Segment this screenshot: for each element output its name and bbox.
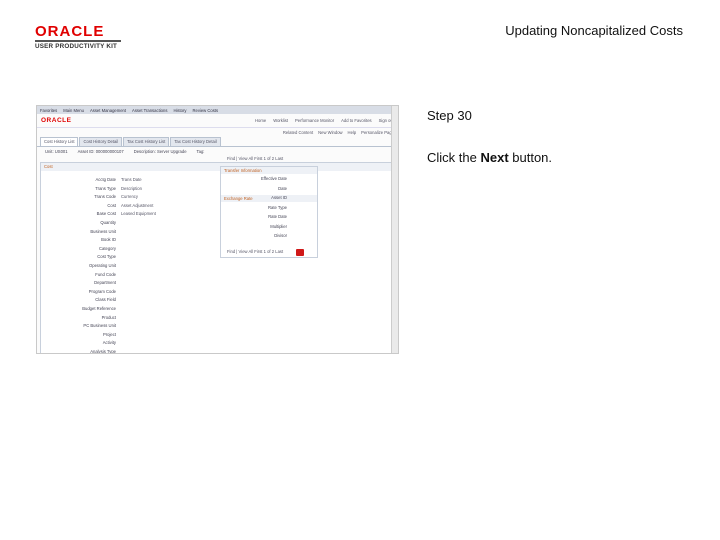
screenshot-oracle-logo: ORACLE xyxy=(41,117,72,124)
page-link[interactable]: New Window xyxy=(318,130,342,135)
top-link[interactable]: Home xyxy=(255,118,266,123)
page-link[interactable]: Related Content xyxy=(283,130,313,135)
field-label: Department xyxy=(94,280,116,286)
field-label: Cost xyxy=(107,202,116,208)
field-label: Budget Reference xyxy=(82,306,116,311)
key-field: Asset ID: 000000000107 xyxy=(77,149,124,154)
field-label: Program Code xyxy=(88,288,116,294)
menu-item[interactable]: Favorites xyxy=(40,108,57,113)
field-label: Effective Date xyxy=(261,176,287,181)
field-label: Rate Date xyxy=(268,214,287,219)
instruction-suffix: button. xyxy=(508,150,553,165)
logo-product: USER PRODUCTIVITY KIT xyxy=(35,43,118,50)
field-label: PC Business Unit xyxy=(83,323,116,329)
page-link[interactable]: Personalize Page xyxy=(361,130,394,135)
instruction-target: Next xyxy=(480,150,509,165)
next-button[interactable] xyxy=(296,249,304,256)
pager-bar-top[interactable]: Find | View All First 1 of 2 Last xyxy=(227,156,283,161)
screenshot-key-fields: Unit: US001 Asset ID: 000000000107 Descrip… xyxy=(37,147,398,156)
field-label: Asset ID xyxy=(271,195,287,200)
instruction-prefix: Click the xyxy=(427,150,481,165)
key-field: Description: Server Upgrade xyxy=(133,149,187,154)
cost-panel: Cost Acctg Date Trans Type Trans Code Cost B… xyxy=(40,162,392,354)
oracle-upk-logo: ORACLE USER PRODUCTIVITY KIT xyxy=(35,24,125,50)
tab[interactable]: Cost History Detail xyxy=(79,137,123,146)
menu-item[interactable]: Review Costs xyxy=(192,108,218,113)
screenshot-tabs: Cost History List Cost History Detail Tax … xyxy=(37,137,398,147)
field-value: Currency xyxy=(121,194,138,200)
logo-divider xyxy=(35,40,121,42)
key-field: Tag: xyxy=(196,149,205,154)
field-label: Multiplier xyxy=(270,223,287,229)
field-label: Acctg Date xyxy=(95,177,116,182)
field-value: Leased Equipment xyxy=(121,211,156,217)
screenshot-brand-bar: ORACLE Home Worklist Performance Monitor Ad… xyxy=(37,114,398,128)
field-label: Fund Code xyxy=(95,271,116,277)
field-label: Category xyxy=(99,245,116,251)
field-label: Project xyxy=(102,331,116,337)
top-link[interactable]: Performance Monitor xyxy=(295,118,334,123)
field-value: Asset Adjustment xyxy=(121,202,154,208)
tab[interactable]: Tax Cost History List xyxy=(123,137,170,146)
application-screenshot: Favorites Main Menu Asset Management Asset … xyxy=(36,105,399,354)
field-label: Quantity xyxy=(100,220,116,225)
screenshot-menu-bar: Favorites Main Menu Asset Management Asset … xyxy=(37,106,398,114)
pager-bar[interactable]: Find | View All First 1 of 2 Last xyxy=(227,249,283,254)
top-link[interactable]: Worklist xyxy=(273,118,288,123)
key-field: Unit: US001 xyxy=(45,149,68,154)
screenshot-page-links: Related Content New Window Help Personalize… xyxy=(37,128,398,137)
top-link[interactable]: Add to Favorites xyxy=(341,118,372,123)
instruction-text: Click the Next button. xyxy=(427,150,552,165)
page-title: Updating Noncapitalized Costs xyxy=(505,23,683,38)
screenshot-scrollbar[interactable] xyxy=(391,106,398,353)
field-label: Analysis Type xyxy=(90,349,116,354)
screenshot-top-links: Home Worklist Performance Monitor Add to Fa… xyxy=(255,118,394,123)
field-label: Date xyxy=(278,185,287,191)
field-label: Class Field xyxy=(95,297,116,303)
cost-panel-header: Cost xyxy=(41,163,391,171)
menu-item[interactable]: Asset Transactions xyxy=(132,108,167,113)
field-label: Book ID xyxy=(101,237,116,243)
field-label: Activity xyxy=(102,340,116,346)
field-label: Operating Unit xyxy=(89,263,116,268)
menu-item[interactable]: Asset Management xyxy=(90,108,126,113)
field-label: Base Cost xyxy=(96,211,116,217)
tab[interactable]: Tax Cost History Detail xyxy=(170,137,221,146)
transfer-info-header: Transfer Information xyxy=(221,167,317,174)
field-label: Divisor xyxy=(274,233,287,238)
field-value: Description xyxy=(121,185,142,191)
menu-item[interactable]: Main Menu xyxy=(63,108,84,113)
field-label: Cost Type xyxy=(97,254,116,260)
field-label: Trans Code xyxy=(94,194,116,200)
right-detail-panel: Transfer Information Exchange Rate Effec… xyxy=(220,166,318,258)
field-label: Rate Type xyxy=(267,204,287,210)
exchange-rate-header: Exchange Rate xyxy=(221,195,317,202)
field-label: Product xyxy=(101,314,116,320)
page-link[interactable]: Help xyxy=(348,130,357,135)
tab[interactable]: Cost History List xyxy=(40,137,79,146)
field-label: Business Unit xyxy=(90,228,116,234)
logo-brand: ORACLE xyxy=(35,23,105,40)
menu-item[interactable]: History xyxy=(173,108,186,113)
step-label: Step 30 xyxy=(427,108,472,123)
field-value: Trans Date xyxy=(121,177,142,182)
field-label: Trans Type xyxy=(95,185,116,191)
